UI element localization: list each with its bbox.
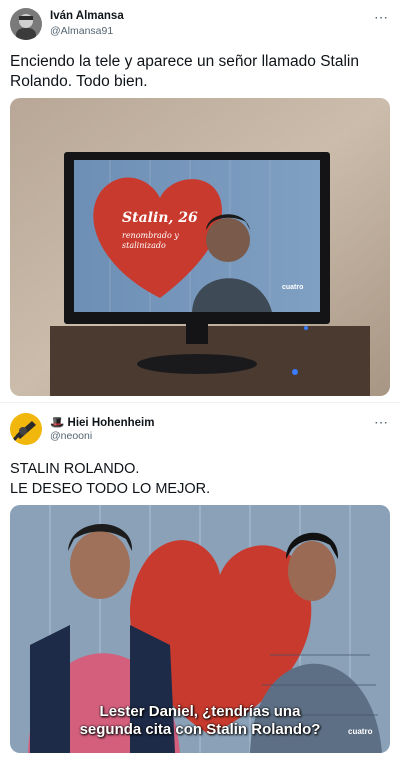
tweet-photo[interactable]: Lester Daniel, ¿tendrías una segunda cit… [10, 505, 390, 753]
tweet-text-line: STALIN ROLANDO. [10, 461, 140, 477]
tweet-divider [0, 402, 400, 403]
tweet-text: Enciendo la tele y aparece un señor llam… [10, 52, 390, 92]
tv-caption-line: renombrado y [122, 231, 179, 240]
tv-caption-line: stalinizado [122, 241, 166, 250]
more-options-icon[interactable]: ⋯ [374, 415, 388, 429]
avatar[interactable] [10, 413, 42, 445]
tweet-photo[interactable]: Stalin, 26 renombrado y stalinizado cuat… [10, 98, 390, 396]
tweet-card[interactable]: 🎩 Hiei Hohenheim @neooni ⋯ STALIN ROLAND… [0, 405, 400, 759]
tweet-card[interactable]: Iván Almansa @Almansa91 ⋯ Enciendo la te… [0, 0, 400, 400]
subtitle-line: Lester Daniel, ¿tendrías una [99, 703, 301, 720]
subtitle-line: segunda cita con Stalin Rolando? [79, 721, 321, 738]
top-hat-emoji: 🎩 [50, 417, 65, 429]
tv-caption-subtitle: renombrado y stalinizado [122, 231, 179, 251]
show-subtitle: Lester Daniel, ¿tendrías una segunda cit… [10, 703, 390, 739]
channel-logo: cuatro [282, 284, 304, 291]
display-name-text: Hiei Hohenheim [67, 417, 155, 429]
user-handle[interactable]: @neooni [50, 430, 92, 442]
tweet-text: STALIN ROLANDO. LE DESEO TODO LO MEJOR. [10, 459, 390, 499]
tweet-text-line: Enciendo la tele y aparece un señor llam… [10, 53, 359, 70]
more-options-icon[interactable]: ⋯ [374, 10, 388, 24]
tv-photo-illustration [10, 98, 390, 396]
tweet-text-line: Rolando. Todo bien. [10, 73, 148, 90]
tv-caption-title: Stalin, 26 [122, 210, 198, 226]
display-name[interactable]: Iván Almansa [50, 10, 124, 22]
channel-logo: cuatro [348, 727, 373, 736]
tweet-text-line: LE DESEO TODO LO MEJOR. [10, 481, 211, 497]
user-handle[interactable]: @Almansa91 [50, 25, 113, 37]
avatar[interactable] [10, 8, 42, 40]
display-name[interactable]: 🎩 Hiei Hohenheim [50, 415, 154, 429]
